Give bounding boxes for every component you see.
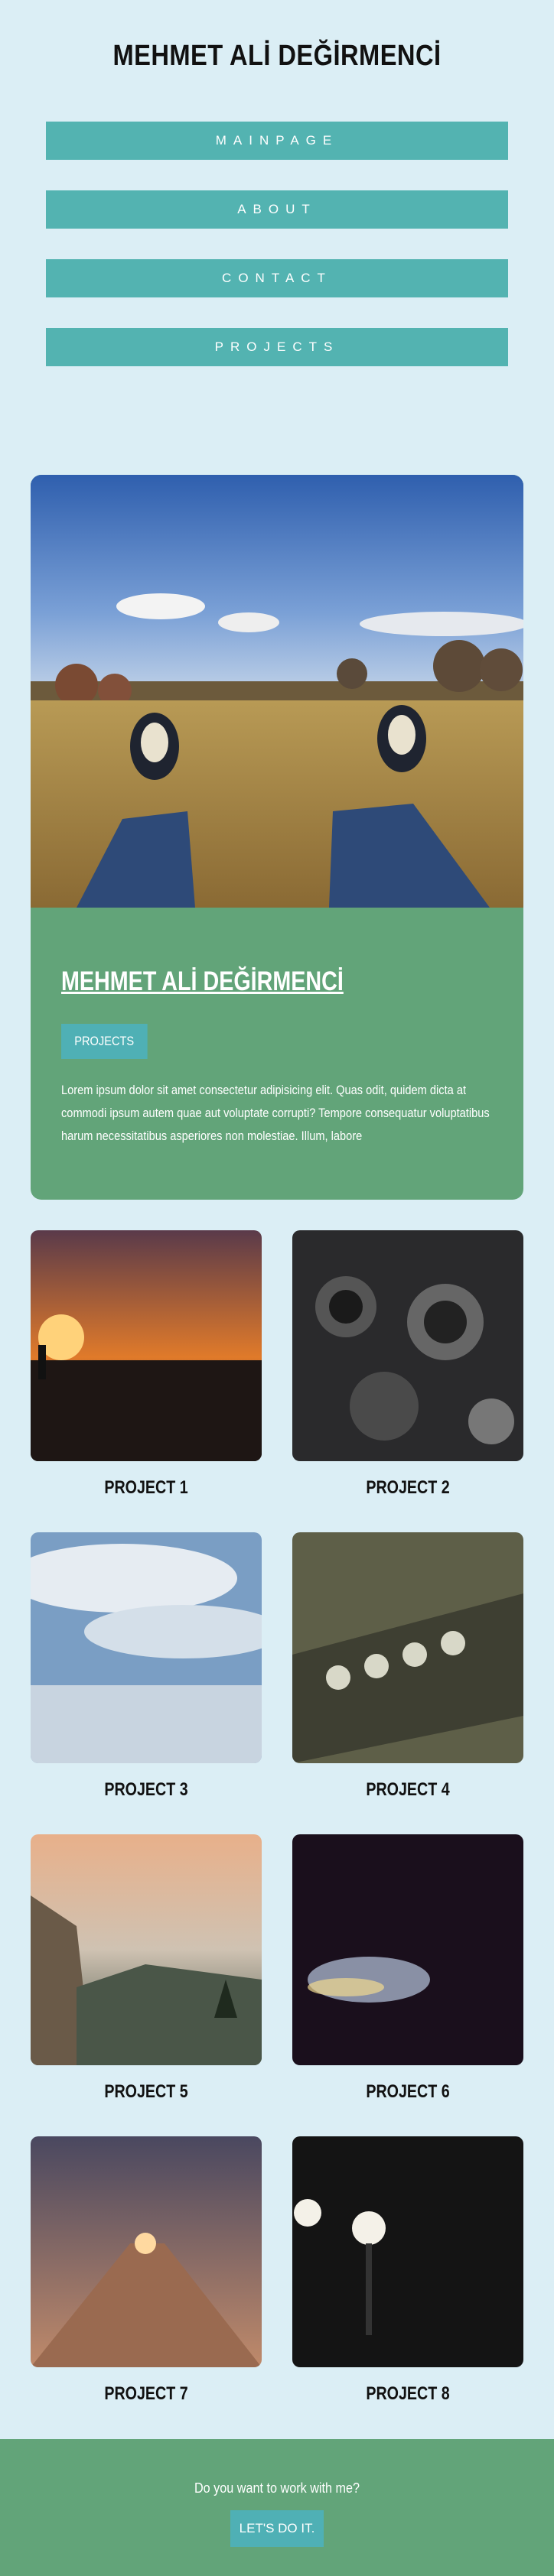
project-card[interactable]: PROJECT 2 — [292, 1230, 523, 1499]
lets-do-it-button[interactable]: LET'S DO IT. — [230, 2510, 324, 2547]
main-nav: MAINPAGE ABOUT CONTACT PROJECTS — [46, 122, 508, 397]
nav-item-contact[interactable]: CONTACT — [46, 259, 508, 297]
project-label: PROJECT 1 — [104, 1477, 188, 1498]
project-card[interactable]: PROJECT 8 — [292, 2136, 523, 2405]
project-2-image — [292, 1230, 523, 1461]
project-card[interactable]: PROJECT 5 — [31, 1834, 262, 2103]
project-label: PROJECT 8 — [366, 2383, 450, 2404]
project-7-image — [31, 2136, 262, 2367]
project-3-image — [31, 1532, 262, 1763]
nav-item-about[interactable]: ABOUT — [46, 190, 508, 229]
project-label: PROJECT 5 — [104, 2081, 188, 2102]
project-6-image — [292, 1834, 523, 2065]
project-1-image — [31, 1230, 262, 1461]
hero-description: Lorem ipsum dolor sit amet consectetur a… — [61, 1083, 490, 1143]
project-card[interactable]: PROJECT 1 — [31, 1230, 262, 1499]
project-label: PROJECT 3 — [104, 1779, 188, 1800]
project-card[interactable]: PROJECT 7 — [31, 2136, 262, 2405]
site-title: MEHMET ALİ DEĞİRMENCİ — [112, 40, 442, 72]
project-4-image — [292, 1532, 523, 1763]
project-label: PROJECT 7 — [104, 2383, 188, 2404]
project-label: PROJECT 6 — [366, 2081, 450, 2102]
nav-item-mainpage[interactable]: MAINPAGE — [46, 122, 508, 160]
project-label: PROJECT 4 — [366, 1779, 450, 1800]
project-5-image — [31, 1834, 262, 2065]
hero-title[interactable]: MEHMET ALİ DEĞİRMENCİ — [61, 966, 344, 997]
footer-text: Do you want to work with me? — [194, 2480, 360, 2496]
project-8-image — [292, 2136, 523, 2367]
nav-item-projects[interactable]: PROJECTS — [46, 328, 508, 366]
projects-button[interactable]: PROJECTS — [61, 1024, 148, 1059]
hero-card: MEHMET ALİ DEĞİRMENCİ PROJECTS Lorem ips… — [31, 475, 523, 1200]
project-card[interactable]: PROJECT 3 — [31, 1532, 262, 1801]
hero-photo — [31, 475, 523, 908]
project-card[interactable]: PROJECT 6 — [292, 1834, 523, 2103]
project-card[interactable]: PROJECT 4 — [292, 1532, 523, 1801]
footer: Do you want to work with me? LET'S DO IT… — [0, 2439, 554, 2576]
project-label: PROJECT 2 — [366, 1477, 450, 1498]
